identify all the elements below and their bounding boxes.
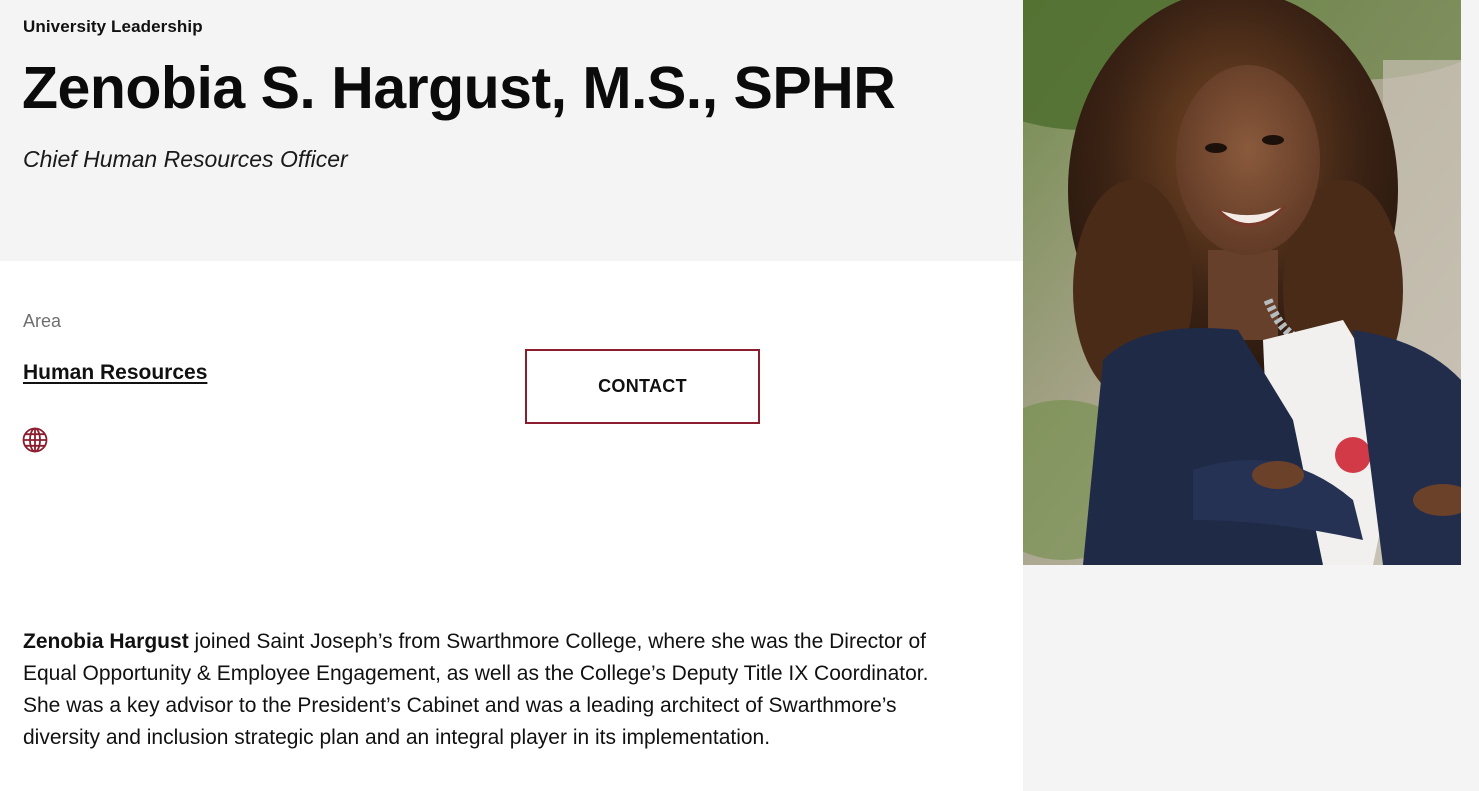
area-label: Area <box>23 311 62 331</box>
person-name: Zenobia S. Hargust, M.S., SPHR <box>22 55 896 121</box>
bio-paragraph: Zenobia Hargust joined Saint Joseph’s fr… <box>23 626 963 754</box>
contact-button[interactable]: CONTACT <box>525 349 760 424</box>
section-eyebrow: University Leadership <box>23 17 203 36</box>
profile-photo <box>1023 0 1461 565</box>
profile-header <box>0 0 1023 261</box>
area-link[interactable]: Human Resources <box>23 361 207 385</box>
globe-icon[interactable] <box>22 427 48 453</box>
person-title: Chief Human Resources Officer <box>23 146 348 172</box>
bio-lead-name: Zenobia Hargust <box>23 630 189 653</box>
